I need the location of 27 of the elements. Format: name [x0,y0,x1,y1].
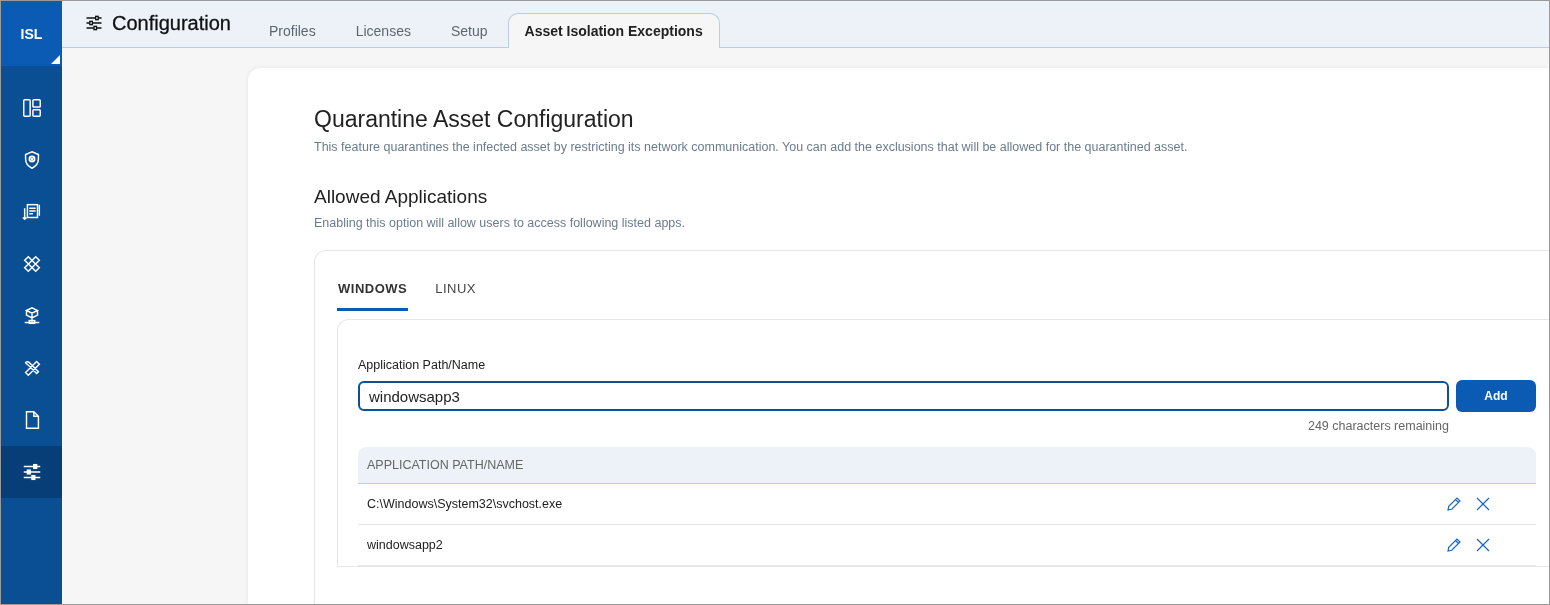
close-icon[interactable] [1474,536,1492,554]
dashboard-icon [20,97,43,119]
app-logo[interactable]: ISL [1,1,62,66]
column-header: APPLICATION PATH/NAME [367,458,524,472]
report-icon [20,201,43,223]
table-cell-text: C:\Windows\System32\svchost.exe [367,497,564,511]
input-field[interactable]: windowsapp3 [358,381,1449,411]
subsection-heading: Allowed Applications [314,186,489,208]
nav-tab[interactable]: Profiles [248,13,336,48]
description-text: Enabling this option will allow users to access following listed apps. [314,216,687,230]
table-cell-text: windowsapp2 [367,538,444,552]
pencil-icon[interactable] [1445,536,1463,554]
section-heading: Quarantine Asset Configuration [314,106,635,133]
page-title: Configuration [112,11,231,35]
add-button[interactable]: Add [1456,380,1536,412]
description-text: This feature quarantines the infected asset by restricting its network communication. You can add the exclusions that will be allowed for the quarantined asset. [314,140,1189,154]
settings-icon [84,13,104,33]
nav-tab[interactable]: Setup [430,13,508,48]
nav-tab[interactable]: Licenses [335,13,431,48]
nav-item[interactable] [1,446,62,498]
character-counter: 249 characters remaining [1306,419,1449,433]
os-tab[interactable]: WINDOWS [337,281,409,311]
field-label: Application Path/Name [358,358,487,372]
os-tab[interactable]: LINUX [434,281,477,311]
nav-tab[interactable]: Asset Isolation Exceptions [507,13,720,48]
pencil-icon[interactable] [1445,495,1463,513]
close-icon[interactable] [1474,495,1492,513]
